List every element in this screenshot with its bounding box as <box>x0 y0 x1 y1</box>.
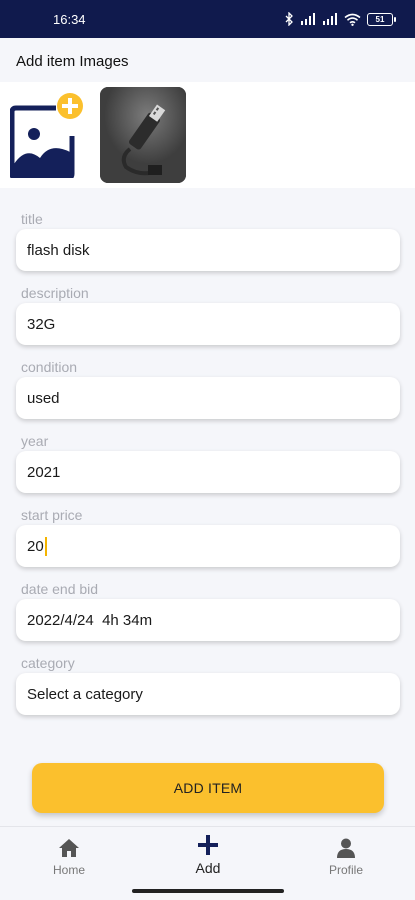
date-end-bid-label: date end bid <box>21 581 99 597</box>
condition-label: condition <box>21 359 78 375</box>
date-end-bid-input[interactable]: 2022/4/24 4h 34m <box>16 599 400 641</box>
images-section-title: Add item Images <box>0 38 415 82</box>
add-item-button[interactable]: ADD ITEM <box>32 763 384 813</box>
date-end-bid-field: date end bid 2022/4/24 4h 34m <box>16 580 400 641</box>
category-field: category Select a category <box>16 654 400 715</box>
condition-value: used <box>27 389 60 407</box>
year-input[interactable]: 2021 <box>16 451 400 493</box>
category-value: Select a category <box>27 685 143 703</box>
battery-level: 51 <box>375 14 385 24</box>
category-label: category <box>21 655 75 671</box>
person-icon <box>337 838 355 858</box>
description-value: 32G <box>27 315 56 333</box>
nav-profile[interactable]: Profile <box>301 833 391 883</box>
start-price-label: start price <box>21 507 83 523</box>
home-indicator[interactable] <box>132 889 284 893</box>
title-value: flash disk <box>27 241 90 259</box>
category-select[interactable]: Select a category <box>16 673 400 715</box>
date-end-bid-value: 2022/4/24 4h 34m <box>27 611 153 629</box>
start-price-value: 20 <box>27 537 44 555</box>
start-price-field: start price 20 <box>16 506 400 567</box>
usb-flash-drive-photo <box>100 87 186 183</box>
nav-add-label: Add <box>195 860 221 876</box>
nav-add[interactable]: Add <box>163 833 253 883</box>
battery-icon: 51 <box>367 12 396 26</box>
signal-icon <box>322 13 338 25</box>
status-icons: 51 <box>285 12 396 26</box>
item-photo-thumbnail[interactable] <box>100 87 186 183</box>
home-icon <box>59 839 79 857</box>
description-input[interactable]: 32G <box>16 303 400 345</box>
nav-home[interactable]: Home <box>24 833 114 883</box>
start-price-input[interactable]: 20 <box>16 525 400 567</box>
title-input[interactable]: flash disk <box>16 229 400 271</box>
title-label: title <box>21 211 43 227</box>
status-time: 16:34 <box>53 11 86 27</box>
year-label: year <box>21 433 49 449</box>
wifi-icon <box>344 13 361 26</box>
add-item-screen: 16:34 51 Add item Images title flash dis… <box>0 0 415 900</box>
plus-icon <box>198 835 218 855</box>
images-row <box>0 82 415 188</box>
text-cursor <box>44 536 47 556</box>
title-field: title flash disk <box>16 210 400 271</box>
description-field: description 32G <box>16 284 400 345</box>
description-label: description <box>21 285 89 301</box>
bluetooth-icon <box>285 12 294 26</box>
add-image-button[interactable] <box>9 92 88 181</box>
condition-input[interactable]: used <box>16 377 400 419</box>
item-form: title flash disk description 32G conditi… <box>16 210 400 728</box>
signal-icon <box>300 13 316 25</box>
status-bar: 16:34 51 <box>0 0 415 38</box>
year-field: year 2021 <box>16 432 400 493</box>
condition-field: condition used <box>16 358 400 419</box>
nav-home-label: Home <box>52 863 85 877</box>
year-value: 2021 <box>27 463 61 481</box>
add-image-icon <box>9 93 83 181</box>
nav-profile-label: Profile <box>328 863 363 877</box>
